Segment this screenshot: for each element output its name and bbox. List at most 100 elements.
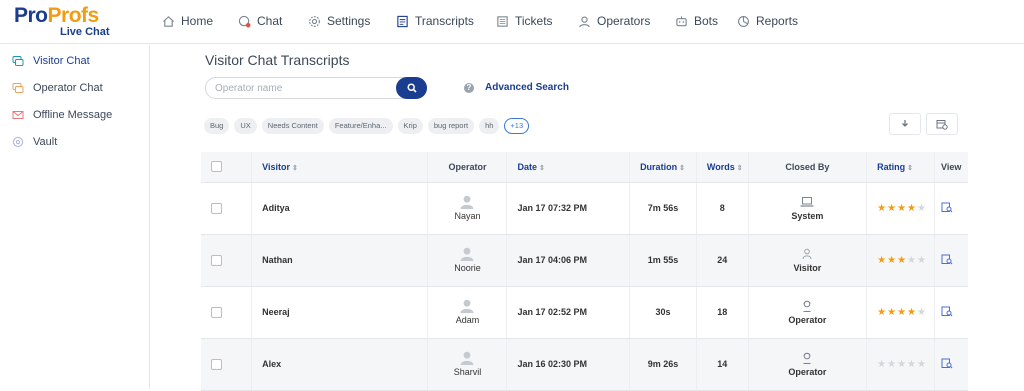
sidebar-item-visitor-chat[interactable]: Visitor Chat [12, 53, 90, 69]
transcripts-table: Visitor ⇕ Operator Date ⇕ Duration ⇕ Words ⇕… [201, 152, 968, 391]
tag-chip[interactable]: hh [479, 118, 500, 134]
nav-bots[interactable]: Bots [675, 12, 718, 30]
star-empty-icon: ★ [877, 358, 887, 370]
view-cell [934, 182, 968, 235]
sort-icon: ⇕ [538, 164, 545, 172]
home-icon [163, 15, 174, 27]
sort-icon: ⇕ [679, 164, 685, 172]
closed-by-label: Operator [788, 314, 827, 325]
closed-by-label: Operator [788, 366, 827, 377]
tag-chip[interactable]: Bug [204, 118, 230, 134]
closed-by-cell: System [748, 182, 868, 235]
rating-stars: ★ ★ ★ ★ ★ [877, 254, 927, 266]
star-empty-icon: ★ [887, 358, 897, 370]
column-header-operator: Operator [427, 152, 508, 183]
laptop-icon [800, 196, 814, 207]
search-button[interactable] [396, 77, 427, 99]
nav-transcripts[interactable]: Transcripts [396, 12, 474, 30]
view-transcript-icon[interactable] [941, 358, 953, 369]
column-header-words[interactable]: Words ⇕ [696, 152, 749, 183]
sort-icon: ⇕ [736, 164, 743, 172]
nav-operators[interactable]: Operators [578, 12, 650, 30]
nav-label: Settings [327, 14, 371, 28]
view-transcript-icon[interactable] [941, 202, 953, 213]
table-row[interactable]: Alex Sharvil Jan 16 02:30 PM 9m 26s 14 Operat… [201, 338, 968, 391]
operator-icon [579, 15, 590, 27]
operator-icon [803, 300, 811, 312]
help-icon[interactable]: ? [464, 83, 474, 93]
sidebar-item-label: Offline Message [33, 109, 113, 121]
row-select-cell [201, 338, 253, 391]
row-checkbox[interactable] [211, 358, 222, 370]
column-header-rating[interactable]: Rating ⇕ [866, 152, 935, 183]
sidebar-item-offline-message[interactable]: Offline Message [12, 107, 112, 123]
chat-duration: 30s [629, 286, 697, 339]
more-tags-button[interactable]: +13 [504, 118, 530, 134]
sidebar-item-label: Operator Chat [33, 82, 103, 94]
download-button[interactable] [889, 113, 921, 135]
row-select-cell [201, 286, 253, 339]
logo-wordmark: ProProfs [14, 4, 99, 27]
view-cell [934, 286, 968, 339]
star-filled-icon: ★ [887, 202, 897, 214]
tag-chip[interactable]: UX [234, 118, 257, 134]
star-empty-icon: ★ [907, 254, 916, 266]
column-header-date[interactable]: Date ⇕ [506, 152, 631, 183]
view-cell [934, 338, 968, 391]
row-checkbox[interactable] [211, 306, 222, 318]
proprofs-logo[interactable]: ProProfs Live Chat [14, 5, 124, 39]
tag-chip[interactable]: Krip [397, 118, 423, 134]
date-filter-button[interactable] [926, 113, 958, 135]
star-filled-icon: ★ [897, 202, 907, 214]
table-row[interactable]: Neeraj Adam Jan 17 02:52 PM 30s 18 Operator ★ ★… [201, 286, 968, 339]
nav-label: Tickets [515, 14, 553, 28]
visitor-chat-icon [12, 56, 24, 66]
column-header-view: View [934, 152, 968, 183]
visitor-name: Neeraj [251, 286, 429, 339]
operator-cell: Noorie [427, 234, 508, 287]
rating-cell: ★ ★ ★ ★ ★ [866, 182, 935, 235]
advanced-search-link[interactable]: Advanced Search [485, 82, 569, 93]
select-all-checkbox[interactable] [211, 161, 222, 173]
column-header-visitor[interactable]: Visitor ⇕ [251, 152, 429, 183]
star-filled-icon: ★ [877, 306, 887, 318]
download-icon [902, 120, 908, 127]
tag-chip[interactable]: Needs Content [261, 118, 324, 134]
operator-name: Adam [455, 315, 480, 325]
nav-home[interactable]: Home [162, 12, 213, 30]
row-checkbox[interactable] [211, 202, 222, 214]
chat-date: Jan 17 02:52 PM [506, 286, 631, 339]
operator-avatar-icon [460, 351, 474, 365]
word-count: 8 [696, 182, 749, 235]
row-select-cell [201, 234, 253, 287]
chat-duration: 9m 26s [629, 338, 697, 391]
operator-search-input[interactable] [205, 77, 427, 99]
table-header-row: Visitor ⇕ Operator Date ⇕ Duration ⇕ Words ⇕… [201, 152, 968, 183]
operator-chat-icon [12, 83, 24, 93]
tag-chip[interactable]: bug report [427, 118, 475, 134]
view-transcript-icon[interactable] [941, 254, 953, 265]
column-header-duration[interactable]: Duration ⇕ [629, 152, 697, 183]
nav-tickets[interactable]: Tickets [496, 12, 553, 30]
table-row[interactable]: Nathan Noorie Jan 17 04:06 PM 1m 55s 24 Visit… [201, 234, 968, 287]
nav-reports[interactable]: Reports [737, 12, 798, 30]
star-filled-icon: ★ [887, 306, 897, 318]
sidebar-item-operator-chat[interactable]: Operator Chat [12, 80, 103, 96]
view-transcript-icon[interactable] [941, 306, 953, 317]
operator-name: Sharvil [453, 367, 482, 377]
row-checkbox[interactable] [211, 254, 222, 266]
closed-by-cell: Operator [748, 286, 868, 339]
nav-settings[interactable]: Settings [308, 12, 370, 30]
table-row[interactable]: Aditya Nayan Jan 17 07:32 PM 7m 56s 8 System ★… [201, 182, 968, 235]
vault-icon [12, 136, 24, 148]
nav-chat[interactable]: Chat [238, 12, 282, 30]
star-empty-icon: ★ [917, 358, 926, 370]
tag-chip[interactable]: Feature/Enha... [328, 118, 393, 134]
sidebar-item-vault[interactable]: Vault [12, 134, 57, 150]
star-empty-icon: ★ [897, 358, 907, 370]
reports-icon [738, 15, 749, 27]
star-filled-icon: ★ [907, 202, 916, 214]
operator-cell: Adam [427, 286, 508, 339]
visitor-name: Aditya [251, 182, 429, 235]
rating-stars: ★ ★ ★ ★ ★ [877, 202, 927, 214]
